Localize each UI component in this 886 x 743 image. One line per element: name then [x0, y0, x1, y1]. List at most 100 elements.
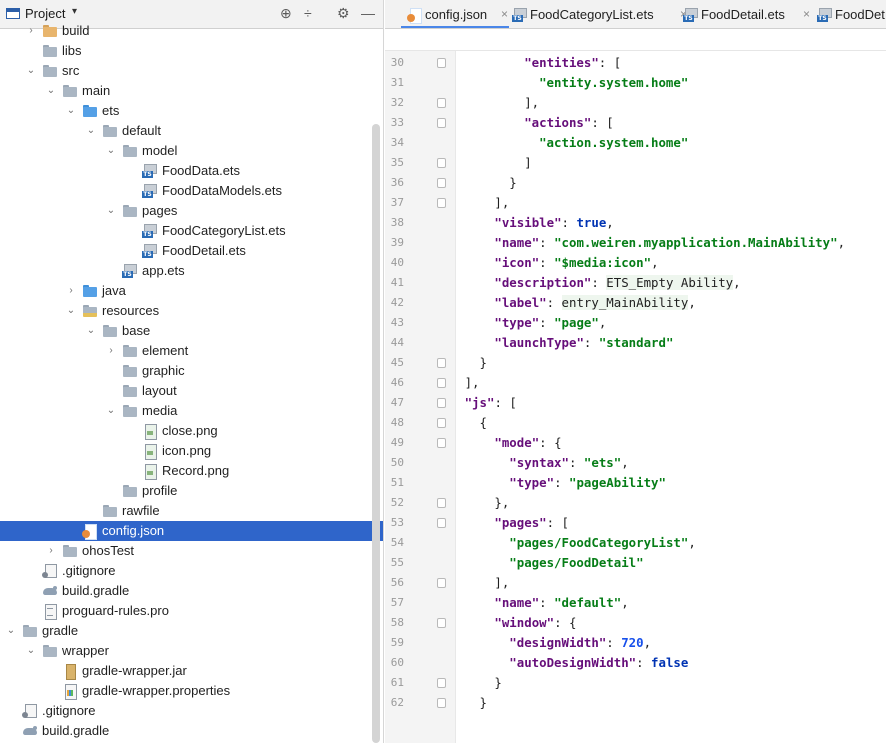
chevron-down-icon[interactable]: ⌄	[44, 81, 58, 101]
tree-item[interactable]: gradle-wrapper.properties	[0, 681, 383, 701]
code-token: }	[494, 675, 502, 690]
tree-item[interactable]: › ohosTest	[0, 541, 383, 561]
tree-item[interactable]: ⌄ gradle	[0, 621, 383, 641]
fold-marker-icon[interactable]	[437, 438, 446, 448]
chevron-down-icon[interactable]: ⌄	[104, 201, 118, 221]
code-line: 55 "pages/FoodDetail"	[385, 553, 886, 573]
chevron-down-icon[interactable]: ⌄	[24, 61, 38, 81]
code-line: 40 "icon": "$media:icon",	[385, 253, 886, 273]
chevron-right-icon[interactable]: ›	[104, 341, 118, 361]
project-view-selector[interactable]: Project	[25, 6, 65, 21]
tree-item-label: rawfile	[122, 503, 160, 518]
chevron-right-icon[interactable]: ›	[44, 541, 58, 561]
tree-item[interactable]: layout	[0, 381, 383, 401]
line-number: 35	[390, 156, 404, 169]
fold-marker-icon[interactable]	[437, 198, 446, 208]
tree-item[interactable]: ⌄ model	[0, 141, 383, 161]
tree-item[interactable]: rawfile	[0, 501, 383, 521]
close-icon[interactable]: ×	[501, 0, 508, 28]
fold-marker-icon[interactable]	[437, 618, 446, 628]
tree-item[interactable]: .gitignore	[0, 701, 383, 721]
tree-item[interactable]: app.ets	[0, 261, 383, 281]
code-token: "default"	[554, 595, 622, 610]
chevron-down-icon[interactable]: ⌄	[104, 401, 118, 421]
chevron-right-icon[interactable]: ›	[64, 281, 78, 301]
fold-marker-icon[interactable]	[437, 398, 446, 408]
tree-item[interactable]: FoodCategoryList.ets	[0, 221, 383, 241]
tree-item[interactable]: proguard-rules.pro	[0, 601, 383, 621]
tree-item[interactable]: build.gradle	[0, 721, 383, 741]
fold-marker-icon[interactable]	[437, 518, 446, 528]
chevron-down-icon[interactable]: ⌄	[4, 621, 18, 641]
tree-item-label: default	[122, 123, 162, 138]
fold-marker-icon[interactable]	[437, 58, 446, 68]
tree-item[interactable]: FoodDetail.ets	[0, 241, 383, 261]
tree-item[interactable]: libs	[0, 41, 383, 61]
tree-item[interactable]: profile	[0, 481, 383, 501]
fold-marker-icon[interactable]	[437, 118, 446, 128]
close-icon[interactable]: ×	[803, 0, 810, 28]
fold-marker-icon[interactable]	[437, 498, 446, 508]
code-token: "description"	[494, 275, 592, 290]
gear-icon[interactable]: ⚙	[337, 5, 350, 21]
fold-marker-icon[interactable]	[437, 178, 446, 188]
folder-icon	[42, 644, 58, 658]
fold-marker-icon[interactable]	[437, 698, 446, 708]
fold-marker-icon[interactable]	[437, 578, 446, 588]
tree-item[interactable]: ⌄ ets	[0, 101, 383, 121]
chevron-down-icon[interactable]: ⌄	[104, 141, 118, 161]
tree-item[interactable]: ⌄ src	[0, 61, 383, 81]
tree-scrollbar[interactable]	[372, 124, 380, 743]
fold-marker-icon[interactable]	[437, 418, 446, 428]
hide-panel-icon[interactable]: —	[361, 5, 375, 21]
chevron-down-icon[interactable]: ⌄	[64, 101, 78, 121]
code-token: "pages"	[494, 515, 547, 530]
tree-item[interactable]: .gitignore	[0, 561, 383, 581]
code-line: 42 "label": entry_MainAbility,	[385, 293, 886, 313]
code-token: false	[651, 655, 689, 670]
tree-item[interactable]: ⌄ main	[0, 81, 383, 101]
code-token: :	[539, 595, 555, 610]
tree-item[interactable]: FoodData.ets	[0, 161, 383, 181]
code-line: 35]	[385, 153, 886, 173]
chevron-down-icon[interactable]: ⌄	[24, 641, 38, 661]
chevron-down-icon[interactable]: ⌄	[64, 301, 78, 321]
tree-item-label: FoodCategoryList.ets	[162, 223, 286, 238]
line-number: 44	[390, 336, 404, 349]
tree-item[interactable]: close.png	[0, 421, 383, 441]
tree-item[interactable]: ⌄ wrapper	[0, 641, 383, 661]
chevron-down-icon[interactable]: ⌄	[84, 121, 98, 141]
tree-item[interactable]: › java	[0, 281, 383, 301]
tree-item[interactable]: build.gradle	[0, 581, 383, 601]
tree-item[interactable]: ⌄ default	[0, 121, 383, 141]
code-token: :	[591, 275, 607, 290]
code-token: "pageAbility"	[568, 475, 666, 490]
tree-item[interactable]: Record.png	[0, 461, 383, 481]
tree-item[interactable]: ⌄ media	[0, 401, 383, 421]
tree-item[interactable]: ⌄ base	[0, 321, 383, 341]
code-line: 32],	[385, 93, 886, 113]
code-line: 36}	[385, 173, 886, 193]
fold-marker-icon[interactable]	[437, 358, 446, 368]
tree-item[interactable]: › build	[0, 21, 383, 41]
collapse-all-icon[interactable]: ÷	[304, 5, 312, 21]
fold-marker-icon[interactable]	[437, 378, 446, 388]
fold-marker-icon[interactable]	[437, 158, 446, 168]
tree-item[interactable]: ⌄ resources	[0, 301, 383, 321]
tree-item-label: FoodDetail.ets	[162, 243, 246, 258]
tree-item[interactable]: › element	[0, 341, 383, 361]
editor-breadcrumb-strip	[385, 29, 886, 51]
fold-marker-icon[interactable]	[437, 98, 446, 108]
tree-item[interactable]: config.json	[0, 521, 383, 541]
tree-item[interactable]: icon.png	[0, 441, 383, 461]
code-text: "js": [	[465, 393, 517, 413]
tree-item[interactable]: ⌄ pages	[0, 201, 383, 221]
chevron-right-icon[interactable]: ›	[24, 21, 38, 41]
tree-item[interactable]: gradle-wrapper.jar	[0, 661, 383, 681]
chevron-down-icon[interactable]: ⌄	[84, 321, 98, 341]
tree-item[interactable]: FoodDataModels.ets	[0, 181, 383, 201]
tree-item[interactable]: graphic	[0, 361, 383, 381]
fold-marker-icon[interactable]	[437, 678, 446, 688]
chevron-down-icon[interactable]: ▾	[72, 6, 77, 17]
locate-file-icon[interactable]: ⊕	[280, 5, 292, 21]
